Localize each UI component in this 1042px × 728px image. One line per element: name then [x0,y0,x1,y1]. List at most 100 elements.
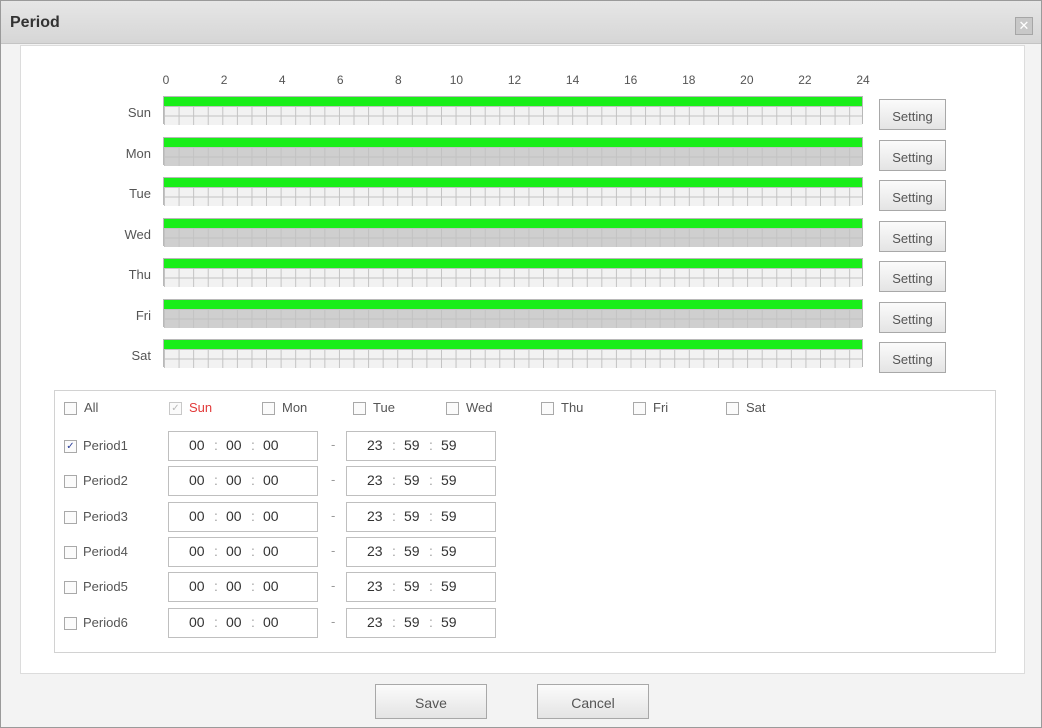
period-end-time-input[interactable]: 23:59:59 [346,501,496,532]
period-end-time-input[interactable]: 23:59:59 [346,607,496,638]
time-field[interactable]: 23 [367,472,383,488]
day-timeline-bar[interactable] [163,258,863,287]
time-field[interactable]: 00 [189,614,205,630]
time-field[interactable]: 00 [226,614,242,630]
setting-button-sat[interactable]: Setting [879,342,946,373]
day-check-label: Mon [282,400,308,415]
checkbox-tue[interactable] [353,402,366,415]
time-field[interactable]: 59 [441,472,457,488]
time-field[interactable]: 00 [263,437,279,453]
time-field[interactable]: 59 [441,578,457,594]
checkbox-mon[interactable] [262,402,275,415]
time-field[interactable]: 00 [189,543,205,559]
half-hour-grid [164,349,862,368]
time-field[interactable]: 00 [226,578,242,594]
period-dialog: Period ✕ 0 2 4 6 8 10 12 14 16 18 20 22 24 Sun Settin… [0,0,1042,728]
checkbox-fri[interactable] [633,402,646,415]
time-field[interactable]: 00 [189,578,205,594]
period-checkbox[interactable] [64,581,77,595]
time-field[interactable]: 59 [404,437,420,453]
time-field[interactable]: 59 [441,437,457,453]
time-colon: : [251,507,255,524]
period-start-time-input[interactable]: 00:00:00 [168,501,318,532]
period-label: Period2 [83,473,128,489]
time-field[interactable]: 00 [226,508,242,524]
day-check-label: Sat [746,400,766,415]
time-field[interactable]: 23 [367,508,383,524]
time-colon: : [214,578,218,595]
setting-button-tue[interactable]: Setting [879,180,946,211]
period-start-time-input[interactable]: 00:00:00 [168,607,318,638]
day-timeline-bar[interactable] [163,136,863,166]
day-timeline-bar[interactable] [163,217,863,247]
time-field[interactable]: 23 [367,614,383,630]
checkbox-wed[interactable] [446,402,459,415]
period-start-time-input[interactable]: 00:00:00 [168,572,318,603]
half-hour-grid [164,308,862,328]
time-field[interactable]: 00 [189,508,205,524]
day-timeline-bar[interactable] [163,298,863,328]
time-field[interactable]: 00 [263,472,279,488]
time-colon: : [214,437,218,453]
time-field[interactable]: 00 [226,437,242,453]
period-end-time-input[interactable]: 23:59:59 [346,466,496,497]
time-colon: : [251,542,255,559]
time-field[interactable]: 00 [263,508,279,524]
time-colon: : [214,613,218,630]
period-end-time-input[interactable]: 23:59:59 [346,431,496,461]
time-field[interactable]: 59 [404,614,420,630]
day-label: Thu [128,267,151,282]
period-checkbox[interactable] [64,616,77,630]
period-start-time-input[interactable]: 00:00:00 [168,431,318,461]
period-checkbox[interactable] [64,475,77,489]
hour-tick-label: 8 [394,73,402,87]
time-field[interactable]: 23 [367,578,383,594]
setting-button-wed[interactable]: Setting [879,220,946,252]
time-field[interactable]: 00 [263,543,279,559]
checkbox-sun[interactable]: ✓ [169,402,182,415]
setting-button-mon[interactable]: Setting [879,139,946,171]
checkbox-thu[interactable] [541,402,554,415]
range-dash: - [331,613,336,629]
period-checkbox[interactable]: ✓ [64,440,77,453]
day-timeline-bar[interactable] [163,339,863,368]
time-colon: : [251,437,255,453]
time-field[interactable]: 00 [189,472,205,488]
cancel-button[interactable]: Cancel [537,684,649,719]
day-timeline-bar[interactable] [163,177,863,206]
time-field[interactable]: 59 [404,508,420,524]
period-end-time-input[interactable]: 23:59:59 [346,572,496,603]
setting-button-sun[interactable]: Setting [879,99,946,130]
close-icon[interactable]: ✕ [1015,17,1033,35]
time-field[interactable]: 59 [404,543,420,559]
time-field[interactable]: 00 [226,472,242,488]
setting-button-thu[interactable]: Setting [879,261,946,292]
time-field[interactable]: 59 [441,543,457,559]
period-end-time-input[interactable]: 23:59:59 [346,536,496,567]
time-field[interactable]: 23 [367,543,383,559]
range-dash: - [331,542,336,558]
active-period-strip [164,218,862,228]
period-checkbox[interactable] [64,545,77,559]
time-field[interactable]: 59 [441,508,457,524]
time-field[interactable]: 00 [189,437,205,453]
time-colon: : [392,542,396,559]
period-checkbox[interactable] [64,510,77,524]
hour-tick-label: 10 [449,73,464,87]
checkbox-all[interactable] [64,402,77,415]
time-colon: : [392,472,396,489]
time-field[interactable]: 00 [263,614,279,630]
period-start-time-input[interactable]: 00:00:00 [168,466,318,497]
time-field[interactable]: 23 [367,437,383,453]
period-start-time-input[interactable]: 00:00:00 [168,536,318,567]
checkbox-sat[interactable] [726,402,739,415]
time-field[interactable]: 00 [263,578,279,594]
time-field[interactable]: 59 [441,614,457,630]
time-field[interactable]: 59 [404,472,420,488]
time-field[interactable]: 59 [404,578,420,594]
day-label: Fri [135,307,151,323]
save-button[interactable]: Save [375,684,487,719]
time-field[interactable]: 00 [226,543,242,559]
setting-button-fri[interactable]: Setting [879,301,946,333]
day-timeline-bar[interactable] [163,96,863,125]
